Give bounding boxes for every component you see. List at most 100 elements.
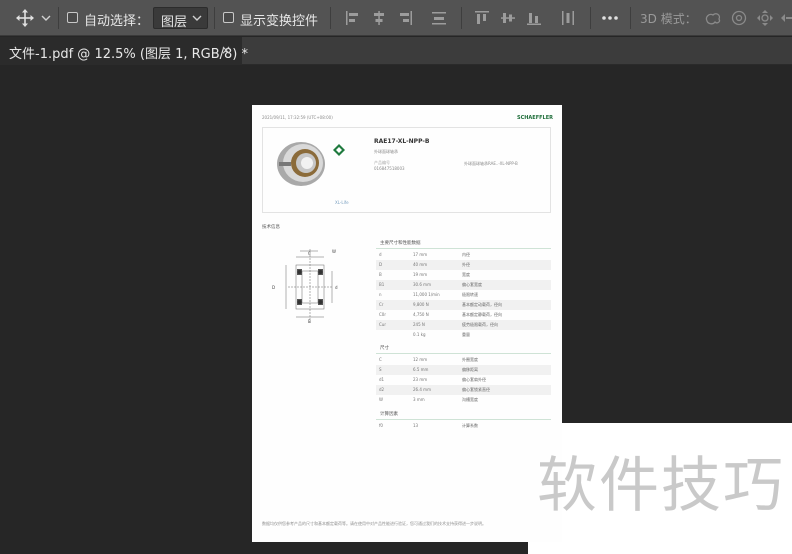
table-cell-sym: B — [379, 272, 382, 277]
3d-pan-icon[interactable] — [755, 8, 775, 28]
table-cell-val: 12 mm — [413, 357, 428, 362]
table-dim-title: 尺寸 — [380, 346, 389, 351]
document-tab-title: 文件-1.pdf @ 12.5% (图层 1, RGB/8) * — [9, 47, 248, 62]
auto-select-label: 自动选择： — [84, 14, 150, 29]
table-row: B1 30.6 mm 偏心套宽度 — [376, 280, 551, 290]
table-cell-sym: d — [379, 252, 382, 257]
table-row: 0.1 kg 重量 — [376, 330, 551, 340]
document-page[interactable]: 2021/09/11, 17:32:59 (UTC+08:00) SCHAEFF… — [252, 105, 562, 542]
table-cell-sym: W — [379, 397, 383, 402]
align-vertical-centers-icon[interactable] — [498, 8, 518, 28]
table-cell-sym: Cur — [379, 322, 386, 327]
article-label: 产品编号 — [374, 160, 390, 165]
align-horizontal-centers-icon[interactable] — [369, 8, 389, 28]
watermark-text: 软件技巧 — [537, 451, 785, 521]
table-row: S 6.5 mm 偏移距离 — [376, 365, 551, 375]
align-bottom-edges-icon[interactable] — [524, 8, 544, 28]
table-cell-val: 26.4 mm — [413, 387, 431, 392]
technical-drawing: D d C B W — [272, 243, 352, 331]
table-cell-sym: d1 — [379, 377, 385, 382]
table-cell-sym: B1 — [379, 282, 385, 287]
move-tool-icon[interactable] — [15, 8, 35, 28]
product-code: RAE17-XL-NPP-B — [374, 138, 430, 145]
distribute-horizontal-icon[interactable] — [558, 8, 578, 28]
auto-select-checkbox[interactable] — [67, 12, 78, 23]
table-calc-title: 计算因素 — [380, 412, 398, 417]
table-row: d2 26.4 mm 偏心套锁紧直径 — [376, 385, 551, 395]
article-number: 016847518003 — [374, 166, 405, 171]
product-card: XL-Life RAE17-XL-NPP-B 外球面球轴承 产品编号 01684… — [262, 127, 551, 213]
document-tab[interactable]: 文件-1.pdf @ 12.5% (图层 1, RGB/8) * × — [0, 37, 248, 65]
bearing-image — [271, 136, 333, 194]
table-cell-val: 40 mm — [413, 262, 428, 267]
table-cell-desc: 计算系数 — [462, 423, 478, 428]
align-top-edges-icon[interactable] — [472, 8, 492, 28]
table-divider — [376, 248, 551, 249]
separator — [58, 7, 59, 29]
table-cell-val: 17 mm — [413, 252, 428, 257]
footer-note: 数据均仅供您参考产品的尺寸和基本额定载荷等。请在使用中对产品性能进行验证，您可通… — [262, 521, 486, 526]
table-cell-desc: 外径 — [462, 262, 470, 267]
table-row: W 3 mm 沟槽宽度 — [376, 395, 551, 405]
spec-note: 外球面球轴承RAE..-XL-NPP-B — [464, 161, 518, 166]
table-cell-desc: 宽度 — [462, 272, 470, 277]
table-row: C 12 mm 外圈宽度 — [376, 355, 551, 365]
options-bar: 自动选择： 图层 显示变换控件 3D 模式： — [0, 0, 792, 36]
section-tech-info: 技术信息 — [262, 225, 280, 230]
table-cell-desc: 偏移距离 — [462, 367, 478, 372]
table-cell-sym: n — [379, 292, 382, 297]
table-row: Cr 9,800 N 基本额定动载荷，径向 — [376, 300, 551, 310]
table-cell-sym: D — [379, 262, 383, 267]
table-cell-val: 23 mm — [413, 377, 428, 382]
auto-select-dropdown[interactable]: 图层 — [153, 7, 208, 31]
table-cell-val: 9,800 N — [413, 302, 429, 307]
table-cell-desc: 沟槽宽度 — [462, 397, 478, 402]
table-cell-desc: 基本额定动载荷，径向 — [462, 302, 502, 307]
table-row: f0 13 计算系数 — [376, 421, 551, 431]
svg-text:d: d — [335, 285, 338, 290]
3d-slide-icon[interactable] — [779, 8, 792, 28]
table-cell-desc: 外圈宽度 — [462, 357, 478, 362]
show-transform-checkbox[interactable] — [223, 12, 234, 23]
table-cell-sym: f0 — [379, 423, 383, 428]
3d-orbit-icon[interactable] — [703, 8, 723, 28]
close-icon[interactable]: × — [221, 43, 231, 57]
table-cell-sym: C — [379, 357, 382, 362]
3d-mode-label: 3D 模式： — [640, 12, 697, 26]
align-left-edges-icon[interactable] — [343, 8, 363, 28]
separator — [590, 7, 591, 29]
table-cell-val: 4,750 N — [413, 312, 429, 317]
chevron-down-icon — [191, 9, 203, 31]
table-cell-desc: 内径 — [462, 252, 470, 257]
table-row: n 11,000 1/min 极限转速 — [376, 290, 551, 300]
table-row: B 19 mm 宽度 — [376, 270, 551, 280]
table-cell-sym: S — [379, 367, 382, 372]
table-cell-val: 11,000 1/min — [413, 292, 440, 297]
3d-roll-icon[interactable] — [729, 8, 749, 28]
table-cell-sym: Cr — [379, 302, 384, 307]
distribute-vertical-icon[interactable] — [429, 8, 449, 28]
table-cell-sym: C0r — [379, 312, 386, 317]
table-row: Cur 245 N 疲劳极限载荷，径向 — [376, 320, 551, 330]
brand-logo: SCHAEFFLER — [516, 115, 553, 121]
table-cell-val: 3 mm — [413, 397, 425, 402]
show-transform-label: 显示变换控件 — [240, 14, 319, 29]
separator — [461, 7, 462, 29]
more-options-icon[interactable] — [600, 8, 620, 28]
certification-badge-icon — [333, 141, 345, 160]
table-row: C0r 4,750 N 基本额定静载荷，径向 — [376, 310, 551, 320]
table-divider — [376, 353, 551, 354]
table-cell-desc: 疲劳极限载荷，径向 — [462, 322, 498, 327]
image-caption: XL-Life — [335, 200, 349, 205]
table-cell-desc: 偏心套宽度 — [462, 282, 482, 287]
separator — [330, 7, 331, 29]
svg-text:C: C — [308, 251, 311, 256]
chevron-down-icon[interactable] — [40, 8, 52, 28]
separator — [630, 7, 631, 29]
svg-text:B: B — [308, 319, 311, 324]
svg-text:W: W — [332, 249, 336, 254]
table-cell-val: 19 mm — [413, 272, 428, 277]
align-right-edges-icon[interactable] — [395, 8, 415, 28]
separator — [214, 7, 215, 29]
table-main-title: 主要尺寸和性能数据 — [380, 241, 421, 246]
